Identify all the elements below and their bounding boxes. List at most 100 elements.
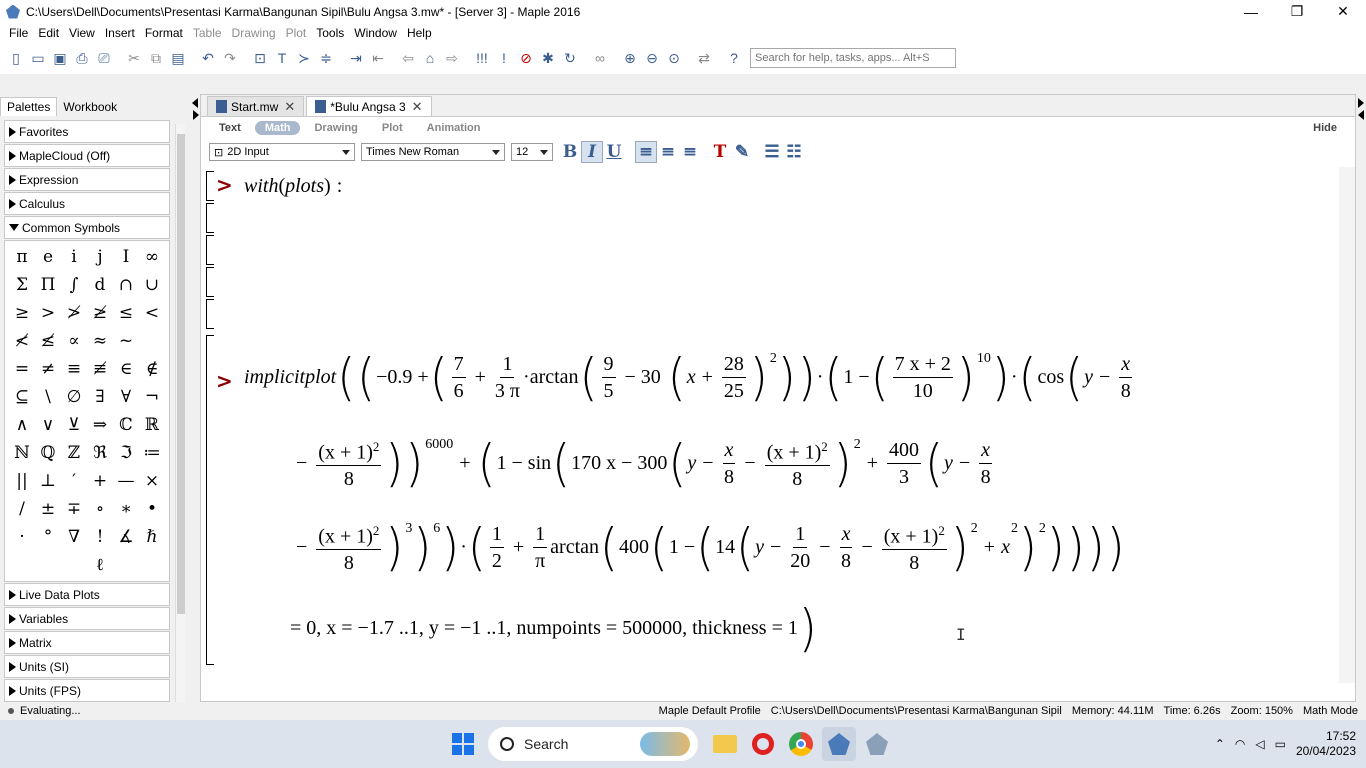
opera-icon[interactable] (746, 727, 780, 761)
redo-icon[interactable]: ↷ (220, 48, 240, 68)
maple-taskbar-icon[interactable] (822, 727, 856, 761)
symbol-38[interactable]: ⊻ (61, 411, 87, 439)
symbol-20[interactable]: ∝ (61, 327, 87, 355)
align-left-icon[interactable]: ≡ (635, 141, 657, 163)
symbol-19[interactable]: ≰ (35, 327, 61, 355)
bullet-list-icon[interactable]: ☰ (761, 141, 783, 163)
font-select[interactable]: Times New Roman (361, 143, 505, 161)
symbol-50[interactable]: ′ (61, 467, 87, 495)
expand-palette-icon[interactable] (193, 110, 199, 120)
symbol-16[interactable]: ≤ (113, 299, 139, 327)
symbol-10[interactable]: ∩ (113, 271, 139, 299)
tab-workbook[interactable]: Workbook (57, 98, 123, 116)
symbol-32[interactable]: ∅ (61, 383, 87, 411)
symbol-58[interactable]: ∗ (113, 495, 139, 523)
palette-units-si[interactable]: Units (SI) (4, 655, 170, 678)
symbol-26[interactable]: ≡ (61, 355, 87, 383)
symbol-22[interactable]: ~ (113, 327, 139, 355)
chrome-icon[interactable] (784, 727, 818, 761)
symbol-21[interactable]: ≈ (87, 327, 113, 355)
symbol-15[interactable]: ≱ (87, 299, 113, 327)
symbol-43[interactable]: ℚ (35, 439, 61, 467)
palette-units-fps[interactable]: Units (FPS) (4, 679, 170, 702)
palette-calculus[interactable]: Calculus (4, 192, 170, 215)
link-icon[interactable]: ∞ (590, 48, 610, 68)
copy-icon[interactable]: ⧉ (146, 48, 166, 68)
help-icon[interactable]: ? (724, 48, 744, 68)
symbol-29[interactable]: ∉ (139, 355, 165, 383)
menu-view[interactable]: View (64, 26, 100, 40)
symbol-18[interactable]: ≮ (9, 327, 35, 355)
collapse-right-panel-icon[interactable] (1358, 98, 1364, 108)
maximize-button[interactable]: ❐ (1274, 0, 1320, 23)
input-line-with-plots[interactable]: with(plots): (244, 171, 342, 201)
symbol-3[interactable]: j (87, 243, 113, 271)
print-preview-icon[interactable]: ⎚ (94, 48, 114, 68)
symbol-14[interactable]: ≯ (61, 299, 87, 327)
symbol-41[interactable]: ℝ (139, 411, 165, 439)
symbol-5[interactable]: ∞ (139, 243, 165, 271)
symbol-48[interactable]: || (9, 467, 35, 495)
home-icon[interactable]: ⌂ (420, 48, 440, 68)
menu-plot[interactable]: Plot (281, 26, 312, 40)
symbol-36[interactable]: ∧ (9, 411, 35, 439)
expand-right-panel-icon[interactable] (1358, 110, 1364, 120)
mode-plot[interactable]: Plot (372, 121, 413, 135)
minimize-button[interactable]: — (1228, 0, 1274, 23)
mode-math[interactable]: Math (254, 121, 301, 135)
menu-insert[interactable]: Insert (100, 26, 140, 40)
symbol-12[interactable]: ≥ (9, 299, 35, 327)
execute-group-icon[interactable]: ! (494, 48, 514, 68)
palette-scrollbar[interactable] (175, 124, 185, 720)
menu-drawing[interactable]: Drawing (227, 26, 281, 40)
symbol-56[interactable]: ∓ (61, 495, 87, 523)
highlight-icon[interactable]: ✎ (731, 141, 753, 163)
symbol-27[interactable]: ≢ (87, 355, 113, 383)
symbol-49[interactable]: ⊥ (35, 467, 61, 495)
restart-icon[interactable]: ↻ (560, 48, 580, 68)
palette-common-symbols[interactable]: Common Symbols (4, 216, 170, 239)
italic-button[interactable]: I (581, 141, 603, 163)
symbol-53[interactable]: × (139, 467, 165, 495)
menu-table[interactable]: Table (188, 26, 227, 40)
volume-icon[interactable]: ◁ (1255, 737, 1264, 751)
file-explorer-icon[interactable] (708, 727, 742, 761)
cut-icon[interactable]: ✂ (124, 48, 144, 68)
windows-start-icon[interactable] (446, 727, 480, 761)
symbol-59[interactable]: • (139, 495, 165, 523)
symbol-54[interactable]: / (9, 495, 35, 523)
symbol-37[interactable]: ∨ (35, 411, 61, 439)
palette-favorites[interactable]: Favorites (4, 120, 170, 143)
worksheet-scrollbar[interactable] (1339, 167, 1355, 683)
symbol-25[interactable]: ≠ (35, 355, 61, 383)
symbol-55[interactable]: ± (35, 495, 61, 523)
group-bracket[interactable] (206, 171, 214, 201)
paste-icon[interactable]: ▤ (168, 48, 188, 68)
interrupt-icon[interactable]: ⊘ (516, 48, 536, 68)
menu-file[interactable]: File (4, 26, 33, 40)
indent-icon[interactable]: ⇥ (346, 48, 366, 68)
symbol-40[interactable]: ℂ (113, 411, 139, 439)
maple-server-icon[interactable] (860, 727, 894, 761)
palette-variables[interactable]: Variables (4, 607, 170, 630)
mode-animation[interactable]: Animation (417, 121, 491, 135)
search-input[interactable] (750, 48, 956, 68)
collapse-palette-icon[interactable] (192, 98, 198, 108)
symbol-60[interactable]: · (9, 523, 35, 551)
symbol-61[interactable]: ° (35, 523, 61, 551)
group-bracket[interactable] (206, 203, 214, 233)
wifi-icon[interactable]: ◠ (1235, 737, 1245, 751)
group-bracket[interactable] (206, 267, 214, 297)
symbol-65[interactable]: ℏ (139, 523, 165, 551)
taskbar-search[interactable]: Search (488, 727, 698, 761)
symbol-42[interactable]: ℕ (9, 439, 35, 467)
align-right-icon[interactable]: ≡ (679, 141, 701, 163)
menu-help[interactable]: Help (402, 26, 437, 40)
implicitplot-line-4[interactable]: = 0, x = −1.7 ..1, y = −1 ..1, numpoints… (290, 591, 818, 665)
symbol-44[interactable]: ℤ (61, 439, 87, 467)
execute-worksheet-icon[interactable]: !!! (472, 48, 492, 68)
symbol-34[interactable]: ∀ (113, 383, 139, 411)
symbol-30[interactable]: ⊆ (9, 383, 35, 411)
tab-palettes[interactable]: Palettes (0, 97, 58, 116)
zoom-out-icon[interactable]: ⊖ (642, 48, 662, 68)
